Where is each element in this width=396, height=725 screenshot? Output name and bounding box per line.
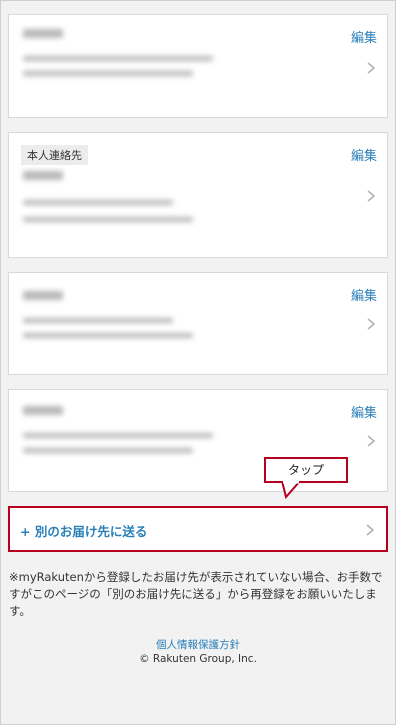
edit-link[interactable]: 編集 [351, 145, 377, 164]
chevron-right-icon [367, 318, 376, 330]
address-card[interactable]: 本人連絡先 編集 [8, 132, 388, 258]
add-another-address-button[interactable]: + 別のお届け先に送る [8, 506, 388, 552]
chevron-right-icon [367, 435, 376, 447]
privacy-policy-link[interactable]: 個人情報保護方針 [0, 637, 396, 652]
chevron-right-icon [366, 524, 375, 536]
chevron-right-icon [367, 62, 376, 74]
edit-link[interactable]: 編集 [351, 402, 377, 421]
copyright-text: © Rakuten Group, Inc. [139, 653, 257, 665]
edit-link[interactable]: 編集 [351, 285, 377, 304]
chevron-right-icon [367, 190, 376, 202]
help-note: ※myRakutenから登録したお届け先が表示されていない場合、お手数ですがこの… [9, 570, 383, 618]
tap-callout: タップ [264, 457, 348, 483]
address-card[interactable]: 編集 [8, 272, 388, 375]
callout-tail [280, 481, 302, 499]
address-card[interactable]: 編集 [8, 14, 388, 118]
add-address-label: + 別のお届け先に送る [20, 524, 148, 539]
address-text-redacted [23, 29, 213, 76]
edit-link[interactable]: 編集 [351, 27, 377, 46]
address-text-redacted [23, 291, 193, 338]
self-contact-tag: 本人連絡先 [21, 145, 88, 165]
address-text-redacted [23, 171, 193, 222]
address-text-redacted [23, 406, 213, 453]
